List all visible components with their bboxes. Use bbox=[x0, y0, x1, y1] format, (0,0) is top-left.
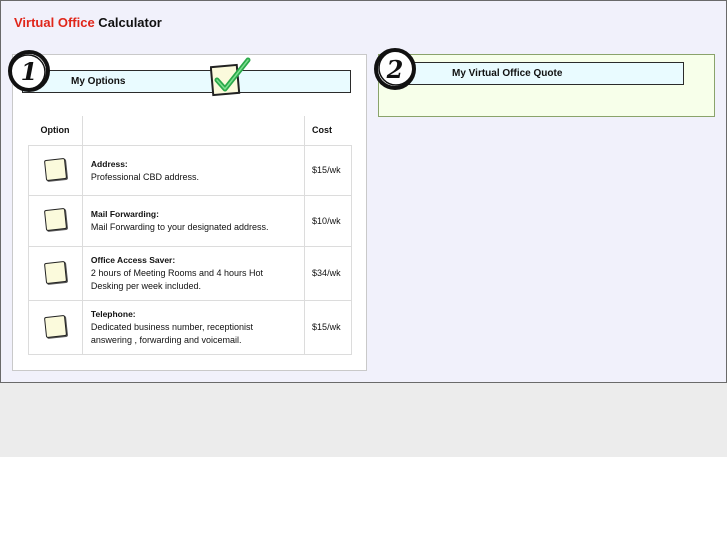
option-description: Professional CBD address. bbox=[90, 171, 199, 182]
page-title-accent: Virtual Office bbox=[14, 15, 95, 30]
step-one-number: 1 bbox=[21, 57, 38, 86]
column-header-option: Option bbox=[28, 116, 83, 146]
option-name: Address: bbox=[90, 158, 128, 169]
telephone-checkbox[interactable] bbox=[43, 314, 67, 338]
step-two-number: 2 bbox=[386, 55, 404, 84]
address-checkbox[interactable] bbox=[43, 157, 67, 181]
table-row: Office Access Saver: 2 hours of Meeting … bbox=[28, 245, 352, 301]
option-name: Telephone: bbox=[90, 309, 136, 319]
table-row: Mail Forwarding: Mail Forwarding to your… bbox=[28, 194, 352, 247]
option-description-cell: Mail Forwarding: Mail Forwarding to your… bbox=[81, 194, 306, 247]
page-title-rest: Calculator bbox=[94, 15, 162, 30]
footer-band bbox=[0, 383, 727, 457]
office-access-saver-checkbox[interactable] bbox=[43, 260, 67, 284]
option-checkbox-cell bbox=[28, 299, 83, 355]
table-row: Telephone: Dedicated business number, re… bbox=[28, 299, 352, 355]
option-checkbox-cell bbox=[28, 194, 83, 247]
option-cost: $34/wk bbox=[304, 245, 352, 301]
step-one-badge-icon: 1 bbox=[8, 50, 50, 92]
option-name: Office Access Saver: bbox=[90, 255, 176, 265]
option-checkbox-cell bbox=[28, 144, 83, 196]
green-checkmark-icon bbox=[210, 57, 251, 97]
options-panel-header: My Options bbox=[22, 70, 351, 93]
option-description-cell: Address: Professional CBD address. bbox=[81, 144, 306, 196]
option-cost: $10/wk bbox=[304, 194, 352, 247]
option-name: Mail Forwarding: bbox=[90, 209, 159, 219]
option-description-cell: Telephone: Dedicated business number, re… bbox=[81, 299, 306, 355]
option-cost: $15/wk bbox=[304, 299, 352, 355]
options-table: Option Cost Address: Professional CBD ad… bbox=[28, 116, 352, 355]
option-description-cell: Office Access Saver: 2 hours of Meeting … bbox=[81, 245, 306, 301]
option-checkbox-cell bbox=[28, 245, 83, 301]
option-cost: $15/wk bbox=[304, 144, 352, 196]
option-description: Mail Forwarding to your designated addre… bbox=[90, 222, 269, 232]
mail-forwarding-checkbox[interactable] bbox=[43, 207, 67, 232]
table-row: Address: Professional CBD address. $15/w… bbox=[28, 144, 352, 196]
option-description: 2 hours of Meeting Rooms and 4 hours Hot… bbox=[90, 268, 264, 291]
quote-panel-header: My Virtual Office Quote bbox=[407, 62, 684, 85]
column-header-description bbox=[81, 116, 306, 146]
page-title: Virtual Office Calculator bbox=[14, 15, 162, 30]
column-header-cost: Cost bbox=[304, 116, 352, 146]
options-table-header-row: Option Cost bbox=[28, 116, 352, 146]
option-description: Dedicated business number, receptionist … bbox=[90, 322, 254, 345]
step-two-badge-icon: 2 bbox=[374, 48, 416, 90]
